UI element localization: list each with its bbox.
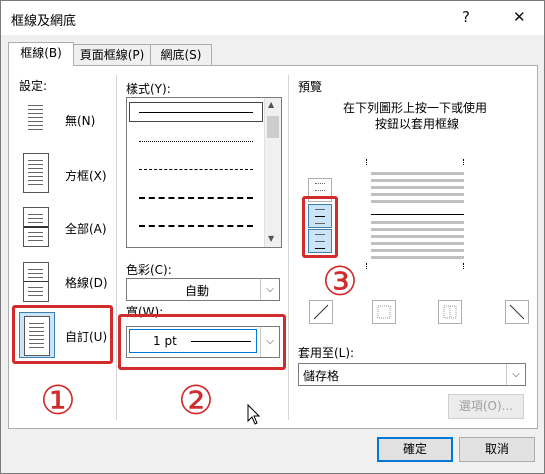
chevron-down-icon[interactable]: ⌵	[506, 364, 525, 385]
apply-to-dropdown[interactable]: 儲存格 ⌵	[298, 363, 526, 386]
style-long-dash-line[interactable]	[139, 225, 253, 227]
separator-2	[288, 75, 289, 420]
apply-to-value: 儲存格	[303, 369, 340, 383]
annotation-2: ②	[178, 378, 214, 424]
annotation-3: ③	[322, 259, 358, 305]
corner-mark	[463, 263, 465, 269]
preview-instruction-2: 按鈕以套用框線	[375, 117, 460, 131]
setting-none-label[interactable]: 無(N)	[65, 112, 95, 129]
left-border-button[interactable]	[372, 300, 396, 324]
scroll-up-icon[interactable]: ▲	[268, 100, 274, 109]
preview-text-line	[371, 242, 464, 245]
preview-text-line	[371, 193, 464, 196]
color-label: 色彩(C):	[126, 263, 172, 277]
preview-text-line	[371, 221, 464, 224]
diagonal-up-border-button[interactable]	[309, 300, 333, 324]
preview-text-line	[371, 249, 464, 252]
annotation-1: ①	[40, 378, 76, 424]
title-bar: 框線及網底 ? ✕	[1, 1, 544, 35]
color-dropdown[interactable]: 自動 ⌵	[126, 278, 280, 301]
grid-setting-icon[interactable]	[23, 262, 49, 302]
tab-shading[interactable]: 網底(S)	[150, 44, 212, 66]
help-button[interactable]: ?	[462, 8, 470, 26]
tab-page-border[interactable]: 頁面框線(P)	[72, 44, 152, 66]
options-button[interactable]: 選項(O)...	[448, 394, 524, 419]
setting-all-label[interactable]: 全部(A)	[65, 220, 107, 237]
setting-grid-label[interactable]: 格線(D)	[65, 274, 108, 291]
preview-text-line	[371, 200, 464, 203]
preview-inside-border	[371, 214, 464, 215]
tab-borders[interactable]: 框線(B)	[8, 42, 74, 66]
ok-button[interactable]: 確定	[377, 437, 453, 462]
none-setting-icon[interactable]	[23, 98, 49, 138]
cancel-button[interactable]: 取消	[459, 437, 535, 462]
preview-text-line	[371, 256, 464, 259]
preview-text-line	[371, 228, 464, 231]
style-dash-line[interactable]	[139, 197, 253, 199]
diagonal-down-border-button[interactable]	[505, 300, 529, 324]
close-button[interactable]: ✕	[513, 8, 526, 26]
style-small-dash-line[interactable]	[139, 169, 253, 170]
dialog-title: 框線及網底	[11, 14, 77, 29]
apply-to-label: 套用至(L):	[298, 346, 355, 360]
setting-box-label[interactable]: 方框(X)	[65, 167, 107, 184]
highlight-box-1	[12, 305, 113, 364]
corner-mark	[463, 159, 465, 165]
style-scrollbar[interactable]: ▲ ▼	[264, 98, 281, 247]
preview-text-line	[371, 186, 464, 189]
highlight-box-2	[118, 314, 286, 370]
style-label: 樣式(Y):	[126, 82, 171, 96]
setting-label: 設定:	[19, 79, 48, 93]
mouse-cursor-icon	[247, 404, 261, 425]
style-dotted-line[interactable]	[139, 141, 253, 142]
scroll-down-icon[interactable]: ▼	[268, 234, 274, 243]
scroll-thumb[interactable]	[267, 116, 279, 138]
preview-text-line	[371, 179, 464, 182]
preview-text-line	[371, 172, 464, 175]
inside-vertical-border-button[interactable]	[438, 300, 462, 324]
highlight-box-3	[302, 196, 338, 258]
color-value: 自動	[185, 284, 210, 298]
corner-mark	[366, 159, 368, 165]
box-setting-icon[interactable]	[23, 153, 49, 193]
preview-area[interactable]	[366, 159, 465, 269]
style-solid-line[interactable]	[139, 112, 253, 113]
style-listbox[interactable]: ▲ ▼	[126, 97, 282, 248]
separator-1	[116, 75, 117, 420]
all-setting-icon[interactable]	[23, 207, 49, 247]
preview-label: 預覽	[298, 80, 323, 94]
corner-mark	[366, 263, 368, 269]
chevron-down-icon[interactable]: ⌵	[260, 279, 279, 300]
preview-text-line	[371, 235, 464, 238]
preview-instruction-1: 在下列圖形上按一下或使用	[343, 101, 488, 115]
